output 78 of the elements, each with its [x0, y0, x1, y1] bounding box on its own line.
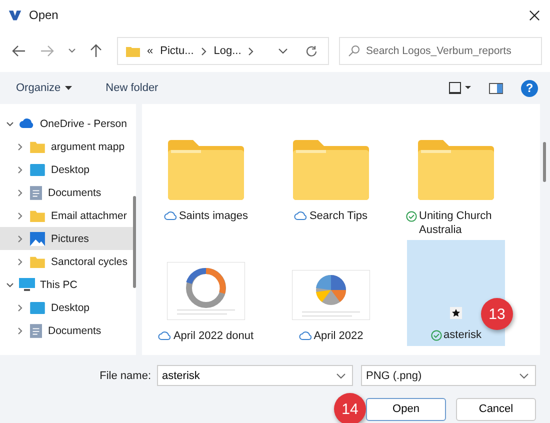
folder-icon	[293, 140, 369, 200]
file-name: Search Tips	[309, 209, 368, 223]
window-title: Open	[29, 8, 58, 22]
file-tile[interactable]: Saints images	[157, 126, 255, 227]
open-button[interactable]: Open	[366, 398, 446, 420]
desktop-icon	[30, 164, 45, 176]
search-icon	[348, 45, 360, 57]
chevron-right-icon[interactable]	[16, 166, 24, 174]
sidebar-item[interactable]: Pictures	[0, 227, 134, 250]
step-badge: 14	[334, 393, 366, 423]
file-name: April 2022	[314, 329, 364, 343]
file-name: April 2022 donut	[173, 329, 254, 343]
chevron-down-icon[interactable]	[278, 48, 288, 54]
folder-icon	[168, 140, 244, 200]
chevron-down-icon	[519, 372, 529, 378]
chevron-right-icon[interactable]	[16, 212, 24, 220]
sidebar-item[interactable]: Documents	[0, 319, 134, 342]
file-tile[interactable]: April 2022 donut	[157, 246, 255, 347]
sidebar-item[interactable]: OneDrive - Person	[0, 112, 134, 135]
star-thumbnail	[450, 307, 462, 319]
scrollbar-thumb[interactable]	[133, 196, 136, 288]
chevron-right-icon[interactable]	[200, 46, 207, 56]
organize-button[interactable]: Organize	[8, 78, 80, 98]
desktop-icon	[30, 302, 45, 314]
up-arrow-icon[interactable]	[90, 44, 102, 58]
sidebar-item[interactable]: Email attachmer	[0, 204, 134, 227]
document-icon	[30, 186, 42, 200]
chevron-right-icon[interactable]	[16, 304, 24, 312]
folder-icon	[418, 140, 494, 200]
path-overflow[interactable]: «	[147, 45, 154, 57]
sidebar-item[interactable]: Documents	[0, 181, 134, 204]
monitor-icon	[19, 278, 35, 292]
chevron-down-icon[interactable]	[336, 373, 346, 379]
sidebar-item[interactable]: Desktop	[0, 296, 134, 319]
file-name-label: File name:	[100, 370, 151, 382]
view-icon[interactable]	[449, 82, 471, 94]
scrollbar-thumb[interactable]	[543, 142, 546, 182]
file-name-field[interactable]: asterisk	[157, 365, 353, 386]
file-tile[interactable]: April 2022	[282, 246, 380, 347]
address-bar[interactable]: « Pictu... Log...	[117, 37, 329, 65]
sidebar-item[interactable]: argument mapp	[0, 135, 134, 158]
file-tile[interactable]: Search Tips	[282, 126, 380, 227]
sidebar-item[interactable]: This PC	[0, 273, 134, 296]
file-type-dropdown[interactable]: PNG (.png)	[361, 365, 536, 386]
new-folder-button[interactable]: New folder	[98, 78, 166, 98]
file-name: Uniting Church Australia	[419, 209, 493, 237]
close-icon[interactable]	[529, 10, 540, 20]
chevron-right-icon[interactable]	[16, 142, 24, 150]
file-tile[interactable]: Uniting Church Australia	[407, 126, 505, 241]
sidebar-item[interactable]: Desktop	[0, 158, 134, 181]
document-icon	[30, 324, 42, 338]
chevron-right-icon[interactable]	[16, 188, 24, 196]
file-name: Saints images	[178, 209, 248, 223]
folder-icon	[30, 210, 45, 222]
picture-icon	[30, 232, 45, 246]
chevron-down-icon[interactable]	[6, 120, 14, 128]
app-logo-icon	[8, 8, 22, 22]
breadcrumb[interactable]: Pictu...	[160, 45, 194, 57]
chevron-right-icon[interactable]	[16, 326, 24, 334]
refresh-icon[interactable]	[305, 44, 318, 58]
help-button[interactable]: ?	[521, 80, 538, 96]
chevron-right-icon[interactable]	[248, 46, 254, 56]
chevron-right-icon[interactable]	[16, 234, 24, 242]
file-name: asterisk	[444, 328, 482, 342]
search-field[interactable]: Search Logos_Verbum_reports	[339, 37, 542, 65]
folder-icon	[30, 256, 45, 268]
sidebar-item[interactable]: Sanctoral cycles	[0, 250, 134, 273]
folder-icon	[126, 46, 140, 56]
breadcrumb[interactable]: Log...	[214, 45, 242, 57]
chevron-down-icon[interactable]	[6, 280, 14, 288]
chevron-down-icon[interactable]	[68, 48, 76, 54]
cancel-button[interactable]: Cancel	[456, 398, 536, 420]
caret-down-icon	[64, 86, 72, 90]
back-arrow-icon[interactable]	[12, 45, 26, 57]
preview-pane-icon[interactable]	[489, 82, 503, 94]
folder-icon	[30, 140, 45, 152]
chevron-right-icon[interactable]	[16, 258, 24, 266]
cloud-icon	[19, 118, 35, 129]
